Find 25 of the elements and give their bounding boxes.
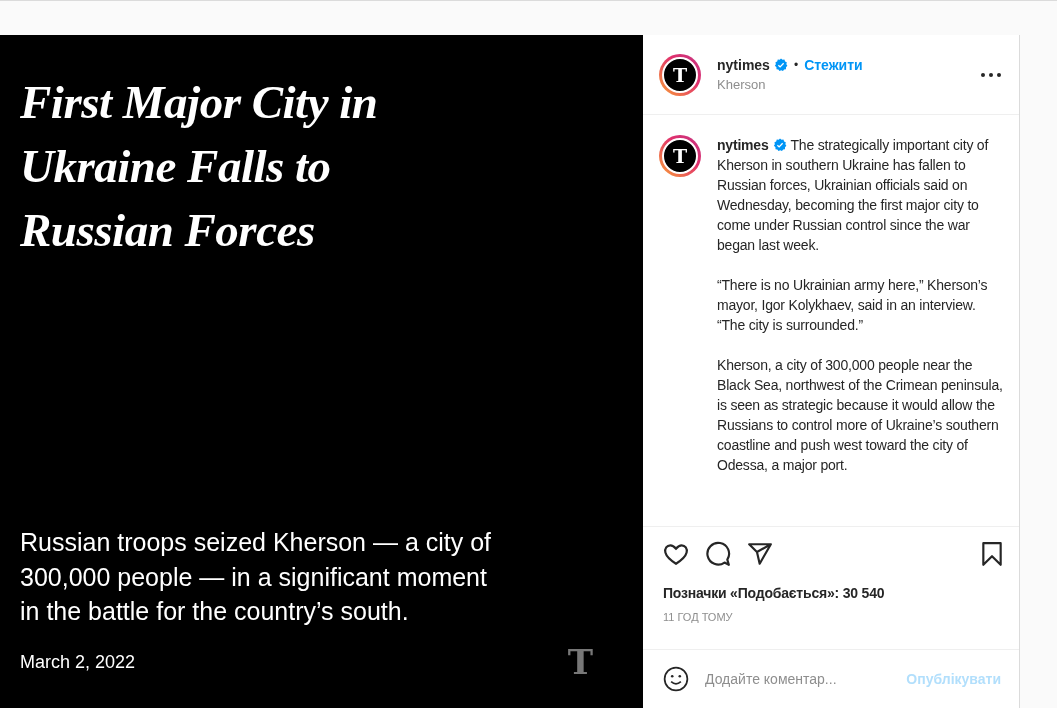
comment-field[interactable]: Додайте коментар... [705,671,891,687]
emoji-icon[interactable] [663,666,689,692]
avatar[interactable]: T [659,53,701,96]
separator-dot: • [793,58,799,72]
caption-text: nytimes The strategically important city of Kherson in southern Ukraine has fallen to Russian forces, Ukrainian officials said on Wednesday, becoming the first major city to come under Russian control since the war began last week. [717,136,990,255]
likes-count[interactable]: Позначки «Подобається»: 30 540 [663,585,885,601]
date-text: March 2, 2022 [20,651,136,673]
username-link[interactable]: nytimes [717,137,769,153]
comment-icon[interactable] [705,541,731,567]
timestamp: 11 ГОД ТОМУ [663,611,733,623]
headline: Russian Forces [20,207,315,254]
headline: Ukraine Falls to [20,143,331,190]
more-icon[interactable] [981,72,1001,77]
bookmark-icon[interactable] [981,541,1003,567]
heart-icon[interactable] [663,541,689,567]
headline: First Major City in [20,79,378,126]
username-link[interactable]: nytimes [717,57,770,73]
summary-text: Russian troops seized Kherson — a city of [20,527,492,559]
logo: T [567,642,593,682]
summary-text: in the battle for the country’s south. [20,595,409,627]
caption-text: Kherson, a city of 300,000 people near the Black Sea, northwest of the Crimean peninsula, is seen as strategic because it would allow the Russians to control more of Ukraine’s southern coastline and push west toward the city of Odessa, a major port. [717,356,1004,475]
summary-text: 300,000 people — in a significant moment [20,561,487,593]
send-icon[interactable] [747,541,773,567]
avatar[interactable]: T [659,135,701,177]
caption-text: “There is no Ukrainian army here,” Kherson’s mayor, Igor Kolykhaev, said in an interview. “The city is surrounded.” [717,276,989,335]
